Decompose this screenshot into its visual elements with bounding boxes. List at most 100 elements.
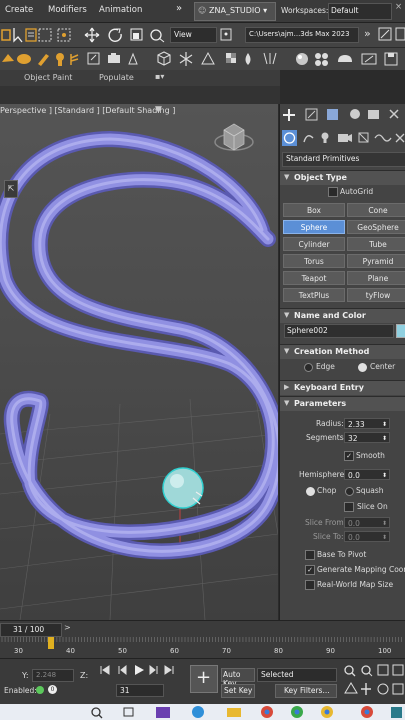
helpers-category-icon[interactable] xyxy=(358,132,369,143)
box-button[interactable]: Box xyxy=(283,203,345,217)
search-icon[interactable] xyxy=(91,707,103,719)
plane-button[interactable]: Plane xyxy=(347,271,405,285)
geosphere-button[interactable]: GeoSphere xyxy=(347,220,405,234)
object-type-rollout[interactable]: ▼ Object Type xyxy=(280,170,405,185)
scatter-icon[interactable] xyxy=(56,53,64,66)
real-world-checkbox[interactable] xyxy=(305,580,315,590)
object-color-swatch[interactable] xyxy=(396,324,405,338)
pyramid-button[interactable]: Pyramid xyxy=(347,254,405,268)
create-tab-icon[interactable] xyxy=(283,109,295,121)
viewport-nav-icon[interactable]: ⇱ xyxy=(4,180,18,198)
gen-mapping-checkbox[interactable]: ✓ xyxy=(305,565,315,575)
material-sphere-icon[interactable] xyxy=(296,53,308,65)
flame-icon[interactable] xyxy=(245,53,251,65)
s-shaped-tube-object[interactable] xyxy=(0,131,278,560)
spinner-arrows-icon[interactable]: ⬍ xyxy=(382,532,387,543)
segments-spinner[interactable]: 32 ⬍ xyxy=(344,432,390,443)
spinner-arrows-icon[interactable]: ⬍ xyxy=(382,419,387,430)
lights-category-icon[interactable] xyxy=(321,132,329,144)
menu-create[interactable]: Create xyxy=(5,5,33,15)
blob-icon[interactable] xyxy=(17,54,31,64)
autogrid-checkbox[interactable] xyxy=(328,187,338,197)
shapes-category-icon[interactable] xyxy=(303,135,314,143)
material-editor-icon[interactable] xyxy=(315,53,328,66)
primitive-category-dropdown[interactable]: Standard Primitives xyxy=(282,152,405,167)
zoom-extents-icon[interactable] xyxy=(377,664,389,676)
viewport-label[interactable]: Perspective ] [Standard ] [Default Shadi… xyxy=(0,106,175,115)
object-name-field[interactable]: Sphere002 xyxy=(284,324,394,338)
creation-method-rollout[interactable]: ▼ Creation Method xyxy=(280,344,405,359)
torus-button[interactable]: Torus xyxy=(283,254,345,268)
viewcube-icon[interactable] xyxy=(214,123,254,151)
pan-icon[interactable] xyxy=(361,683,371,695)
render-setup-icon[interactable] xyxy=(378,27,392,41)
measure-icon[interactable] xyxy=(128,52,138,65)
spinner-arrows-icon[interactable]: ⬍ xyxy=(382,470,387,481)
paint-fill-icon[interactable] xyxy=(2,54,14,62)
motion-tab-icon[interactable] xyxy=(350,109,360,119)
chop-radio[interactable] xyxy=(306,487,315,496)
chrome-icon-2[interactable] xyxy=(291,706,303,718)
zoom-icon[interactable] xyxy=(344,665,356,677)
save-icon[interactable] xyxy=(384,52,398,66)
base-to-pivot-checkbox[interactable] xyxy=(305,550,315,560)
workspaces-select[interactable]: Default xyxy=(328,3,392,20)
user-workspace-tab[interactable]: ☺ ZNA_STUDIO ▾ xyxy=(194,2,276,21)
triangle-icon[interactable] xyxy=(201,51,215,65)
object-paint-tab[interactable]: Object Paint xyxy=(24,73,72,82)
modify-tab-icon[interactable] xyxy=(305,108,318,121)
edge-browser-icon[interactable] xyxy=(192,706,204,718)
orbit-icon[interactable] xyxy=(377,683,389,695)
cone-button[interactable]: Cone xyxy=(347,203,405,217)
snowflake-icon[interactable] xyxy=(179,52,193,66)
cameras-category-icon[interactable] xyxy=(338,134,352,142)
zoom-all-icon[interactable] xyxy=(361,665,373,677)
playhead-marker[interactable] xyxy=(48,637,54,649)
hemisphere-spinner[interactable]: 0.0 ⬍ xyxy=(344,469,390,480)
zoom-extents-all-icon[interactable] xyxy=(392,664,404,676)
camera-icon[interactable] xyxy=(108,53,120,63)
textplus-button[interactable]: TextPlus xyxy=(283,288,345,302)
spinner-arrows-icon[interactable]: ⬍ xyxy=(382,433,387,444)
app-icon[interactable] xyxy=(391,707,402,718)
systems-category-icon[interactable] xyxy=(395,133,405,143)
smooth-checkbox[interactable]: ✓ xyxy=(344,451,354,461)
render-production-icon[interactable] xyxy=(361,53,377,65)
utilities-tab-icon[interactable] xyxy=(389,109,399,119)
squash-radio[interactable] xyxy=(345,487,354,496)
brush-icon[interactable] xyxy=(38,54,49,66)
chrome-icon-4[interactable] xyxy=(361,706,373,718)
chrome-icon[interactable] xyxy=(261,706,273,718)
chrome-icon-3[interactable] xyxy=(321,706,333,718)
ribbon-options-icon[interactable]: ▪▾ xyxy=(155,72,164,81)
center-radio[interactable] xyxy=(358,363,367,372)
render-frame-icon[interactable] xyxy=(395,27,405,41)
hierarchy-tab-icon[interactable] xyxy=(327,109,338,120)
fov-icon[interactable] xyxy=(344,682,358,694)
edge-radio[interactable] xyxy=(304,363,313,372)
spacewarps-category-icon[interactable] xyxy=(374,134,392,142)
tyflow-button[interactable]: tyFlow xyxy=(347,288,405,302)
time-slider[interactable]: 31 / 100 xyxy=(0,623,62,637)
teapot-button[interactable]: Teapot xyxy=(283,271,345,285)
viewport-filter-icon[interactable]: ▼ xyxy=(155,105,162,115)
tube-button[interactable]: Tube xyxy=(347,237,405,251)
hair-icon[interactable] xyxy=(263,52,277,65)
maximize-viewport-icon[interactable] xyxy=(392,683,404,695)
video-app-icon[interactable] xyxy=(156,707,170,718)
menu-animation[interactable]: Animation xyxy=(99,5,142,15)
keyboard-entry-rollout[interactable]: ▶ Keyboard Entry xyxy=(280,380,405,395)
perspective-viewport[interactable]: ⇱ xyxy=(0,104,278,620)
box-shape-icon[interactable] xyxy=(157,51,171,66)
slice-on-checkbox[interactable] xyxy=(344,502,354,512)
display-tab-icon[interactable] xyxy=(368,110,379,119)
teapot-render-icon[interactable] xyxy=(338,55,352,62)
cylinder-button[interactable]: Cylinder xyxy=(283,237,345,251)
sphere-button[interactable]: Sphere xyxy=(283,220,345,234)
sphere-object[interactable] xyxy=(162,467,204,509)
spinner-arrows-icon[interactable]: ⬍ xyxy=(382,518,387,529)
time-slider-next-icon[interactable]: > xyxy=(64,623,71,632)
menu-modifiers[interactable]: Modifiers xyxy=(48,5,87,15)
populate-tab[interactable]: Populate xyxy=(99,73,134,82)
parameters-rollout[interactable]: ▼ Parameters xyxy=(280,396,405,411)
